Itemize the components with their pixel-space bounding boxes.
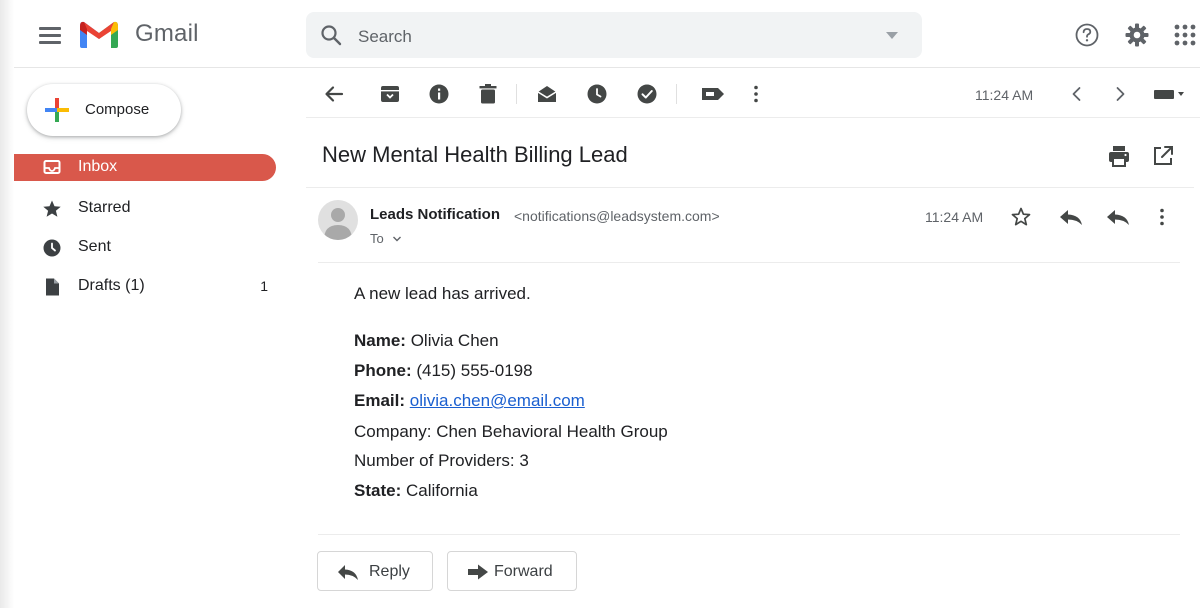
- toolbar-time: 11:24 AM: [975, 87, 1034, 103]
- sidebar-item-label: Drafts (1): [78, 277, 145, 294]
- name-value: Olivia Chen: [410, 331, 499, 350]
- search-placeholder: Search: [358, 27, 412, 46]
- back-arrow-icon[interactable]: [323, 83, 345, 105]
- reply-label: Reply: [369, 563, 410, 580]
- message-header-divider: [318, 262, 1180, 263]
- report-spam-icon[interactable]: [428, 83, 450, 105]
- reply-icon[interactable]: [1058, 206, 1084, 228]
- recipients-toggle[interactable]: To: [370, 231, 402, 246]
- compose-label: Compose: [85, 101, 150, 118]
- state-label: State:: [354, 481, 402, 500]
- body-email-line: Email: olivia.chen@email.com: [354, 391, 585, 411]
- mark-unread-icon[interactable]: [536, 83, 558, 105]
- main-menu-button[interactable]: [36, 22, 62, 48]
- to-label: To: [370, 231, 384, 246]
- compose-plus-icon: [45, 98, 69, 122]
- toolbar-divider: [516, 84, 517, 104]
- state-value: California: [405, 481, 478, 500]
- app-header: Gmail Search: [14, 0, 1200, 68]
- newer-chevron-left-icon[interactable]: [1066, 83, 1088, 105]
- body-company-line: Company: Chen Behavioral Health Group: [354, 422, 668, 441]
- chevron-down-icon: [393, 236, 402, 242]
- open-in-new-window-icon[interactable]: [1151, 144, 1175, 168]
- sender-name: Leads Notification: [370, 206, 501, 223]
- subject-divider: [306, 187, 1194, 188]
- message-toolbar: 11:24 AM: [306, 70, 1200, 118]
- person-avatar-icon: [324, 208, 352, 240]
- sidebar-item-label: Sent: [78, 238, 111, 255]
- gmail-logo-icon: [80, 21, 118, 48]
- name-label: Name:: [354, 331, 406, 350]
- body-providers-line: Number of Providers: 3: [354, 451, 529, 470]
- compose-button[interactable]: Compose: [27, 84, 181, 136]
- delete-trash-icon[interactable]: [477, 83, 499, 105]
- sidebar-item-label: Starred: [78, 199, 131, 216]
- apps-grid-icon[interactable]: [1172, 22, 1198, 48]
- email-link[interactable]: olivia.chen@email.com: [410, 391, 585, 410]
- help-icon[interactable]: [1074, 22, 1100, 48]
- sidebar-item-label: Inbox: [78, 158, 118, 175]
- search-icon[interactable]: [320, 24, 342, 46]
- forward-button[interactable]: Forward: [447, 551, 577, 591]
- sidebar-item-starred[interactable]: Starred: [14, 195, 276, 222]
- reply-button[interactable]: Reply: [317, 551, 433, 591]
- body-phone-line: Phone: (415) 555-0198: [354, 361, 533, 381]
- body-state-line: State: California: [354, 481, 478, 501]
- phone-value: (415) 555-0198: [416, 361, 533, 380]
- inbox-icon: [43, 160, 61, 174]
- more-options-icon[interactable]: [745, 83, 767, 105]
- sidebar-item-drafts[interactable]: Drafts (1) 1: [14, 273, 276, 300]
- input-tools-keyboard-icon[interactable]: [1152, 83, 1188, 105]
- sent-icon: [43, 239, 61, 257]
- settings-gear-icon[interactable]: [1124, 22, 1150, 48]
- message-time: 11:24 AM: [925, 209, 984, 225]
- body-intro: A new lead has arrived.: [354, 284, 531, 303]
- sidebar-item-sent[interactable]: Sent: [14, 234, 276, 261]
- print-icon[interactable]: [1107, 144, 1131, 168]
- archive-icon[interactable]: [379, 83, 401, 105]
- sender-email: <notifications@leadsystem.com>: [514, 208, 720, 224]
- email-subject: New Mental Health Billing Lead: [322, 142, 628, 167]
- window-edge: [0, 0, 14, 608]
- drafts-count: 1: [260, 278, 268, 294]
- search-options-icon[interactable]: [886, 32, 898, 39]
- reply-arrow-icon: [338, 565, 358, 580]
- toolbar-divider: [676, 84, 677, 104]
- body-divider: [318, 534, 1180, 535]
- add-to-tasks-icon[interactable]: [636, 83, 658, 105]
- reply-all-icon[interactable]: [1105, 206, 1131, 228]
- sender-avatar: [318, 200, 358, 240]
- draft-icon: [46, 278, 59, 296]
- older-chevron-right-icon[interactable]: [1109, 83, 1131, 105]
- forward-arrow-icon: [468, 564, 488, 580]
- label-tag-icon[interactable]: [700, 83, 726, 105]
- sidebar-item-inbox[interactable]: Inbox: [14, 154, 276, 181]
- email-label: Email:: [354, 391, 406, 410]
- phone-label: Phone:: [354, 361, 412, 380]
- message-more-options-icon[interactable]: [1151, 206, 1173, 228]
- snooze-clock-icon[interactable]: [586, 83, 608, 105]
- forward-label: Forward: [494, 563, 553, 580]
- body-name-line: Name: Olivia Chen: [354, 331, 499, 351]
- search-bar[interactable]: Search: [306, 12, 922, 58]
- brand-name: Gmail: [135, 20, 199, 47]
- star-outline-icon[interactable]: [1010, 206, 1032, 228]
- star-icon: [43, 200, 61, 217]
